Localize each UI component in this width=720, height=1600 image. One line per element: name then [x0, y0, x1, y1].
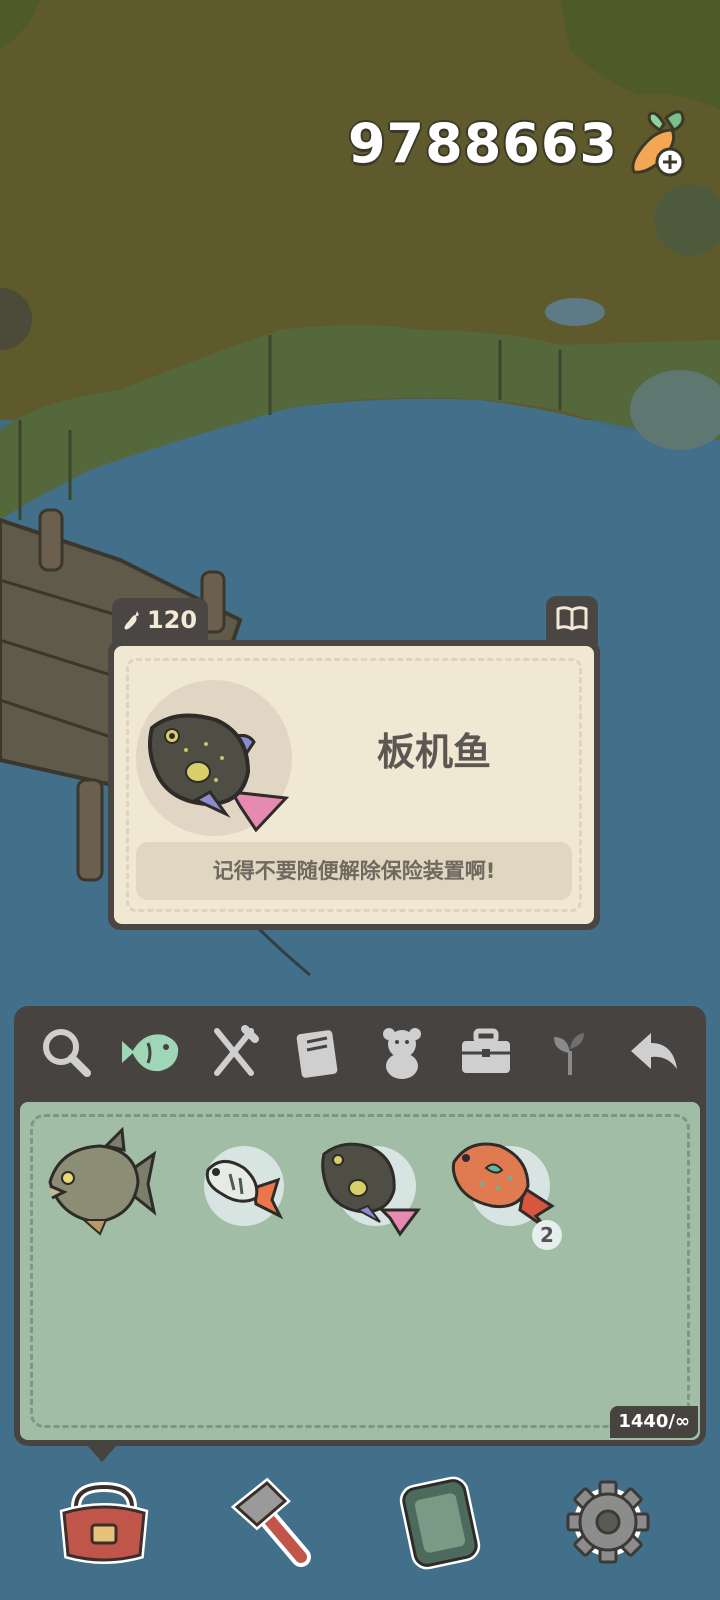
- triggerfish-icon: [148, 713, 290, 833]
- settings-button[interactable]: [558, 1474, 658, 1574]
- bag-icon: [56, 1477, 152, 1571]
- tab-search[interactable]: [35, 1023, 97, 1085]
- encyclopedia-button[interactable]: [546, 596, 598, 644]
- bottom-nav: [0, 1460, 720, 1600]
- inventory-item-parrotfish[interactable]: 2: [448, 1124, 566, 1250]
- fish-portrait: [136, 680, 292, 836]
- carrot-count: 9788663: [347, 111, 618, 175]
- fish-icon: [118, 1027, 182, 1081]
- tab-food[interactable]: [203, 1023, 265, 1085]
- carrot-icon: [123, 609, 141, 631]
- fish-name: 板机鱼: [376, 730, 491, 774]
- gear-icon: [563, 1477, 653, 1571]
- fork-knife-icon: [209, 1025, 259, 1083]
- tab-fish[interactable]: [119, 1023, 181, 1085]
- hammer-icon: [227, 1477, 317, 1571]
- inventory-item-triggerfish[interactable]: [314, 1124, 432, 1242]
- carrot-plus-icon[interactable]: [626, 108, 690, 178]
- stone: [545, 298, 605, 326]
- triggerfish-icon: [321, 1142, 421, 1237]
- tab-toys[interactable]: [371, 1023, 433, 1085]
- phone-icon: [395, 1474, 485, 1574]
- bag-button[interactable]: [54, 1474, 154, 1574]
- magnifier-icon: [39, 1025, 93, 1083]
- inventory-item-piranha[interactable]: [40, 1124, 158, 1242]
- inventory-item-small-fish[interactable]: [182, 1124, 300, 1242]
- fish-info-card: 板机鱼 记得不要随便解除保险装置啊!: [108, 640, 600, 930]
- inventory-capacity: 1440/∞: [610, 1406, 698, 1438]
- price-tag: 120: [112, 598, 208, 642]
- back-arrow-icon: [627, 1029, 681, 1079]
- phone-button[interactable]: [390, 1474, 490, 1574]
- tree-stump: [654, 184, 720, 256]
- toolbox-icon: [458, 1027, 514, 1081]
- piranha-icon: [48, 1126, 157, 1236]
- tab-books[interactable]: [287, 1023, 349, 1085]
- book-icon: [293, 1024, 343, 1084]
- category-toolbar: [14, 1006, 706, 1102]
- open-book-icon: [555, 604, 589, 636]
- back-button[interactable]: [623, 1023, 685, 1085]
- teddy-bear-icon: [377, 1024, 427, 1084]
- build-button[interactable]: [222, 1474, 322, 1574]
- tree-canopy: [560, 0, 720, 110]
- inventory-grid: 2 1440/∞: [20, 1102, 700, 1440]
- currency-display: 9788663: [348, 108, 690, 178]
- inventory-panel: 2 1440/∞: [14, 1006, 706, 1446]
- tab-plants[interactable]: [539, 1023, 601, 1085]
- price-value: 120: [146, 606, 198, 634]
- small-fish-icon: [205, 1160, 284, 1220]
- item-count-badge: 2: [532, 1220, 562, 1250]
- tab-tools[interactable]: [455, 1023, 517, 1085]
- fish-description: 记得不要随便解除保险装置啊!: [136, 842, 572, 900]
- sprout-icon: [550, 1027, 590, 1081]
